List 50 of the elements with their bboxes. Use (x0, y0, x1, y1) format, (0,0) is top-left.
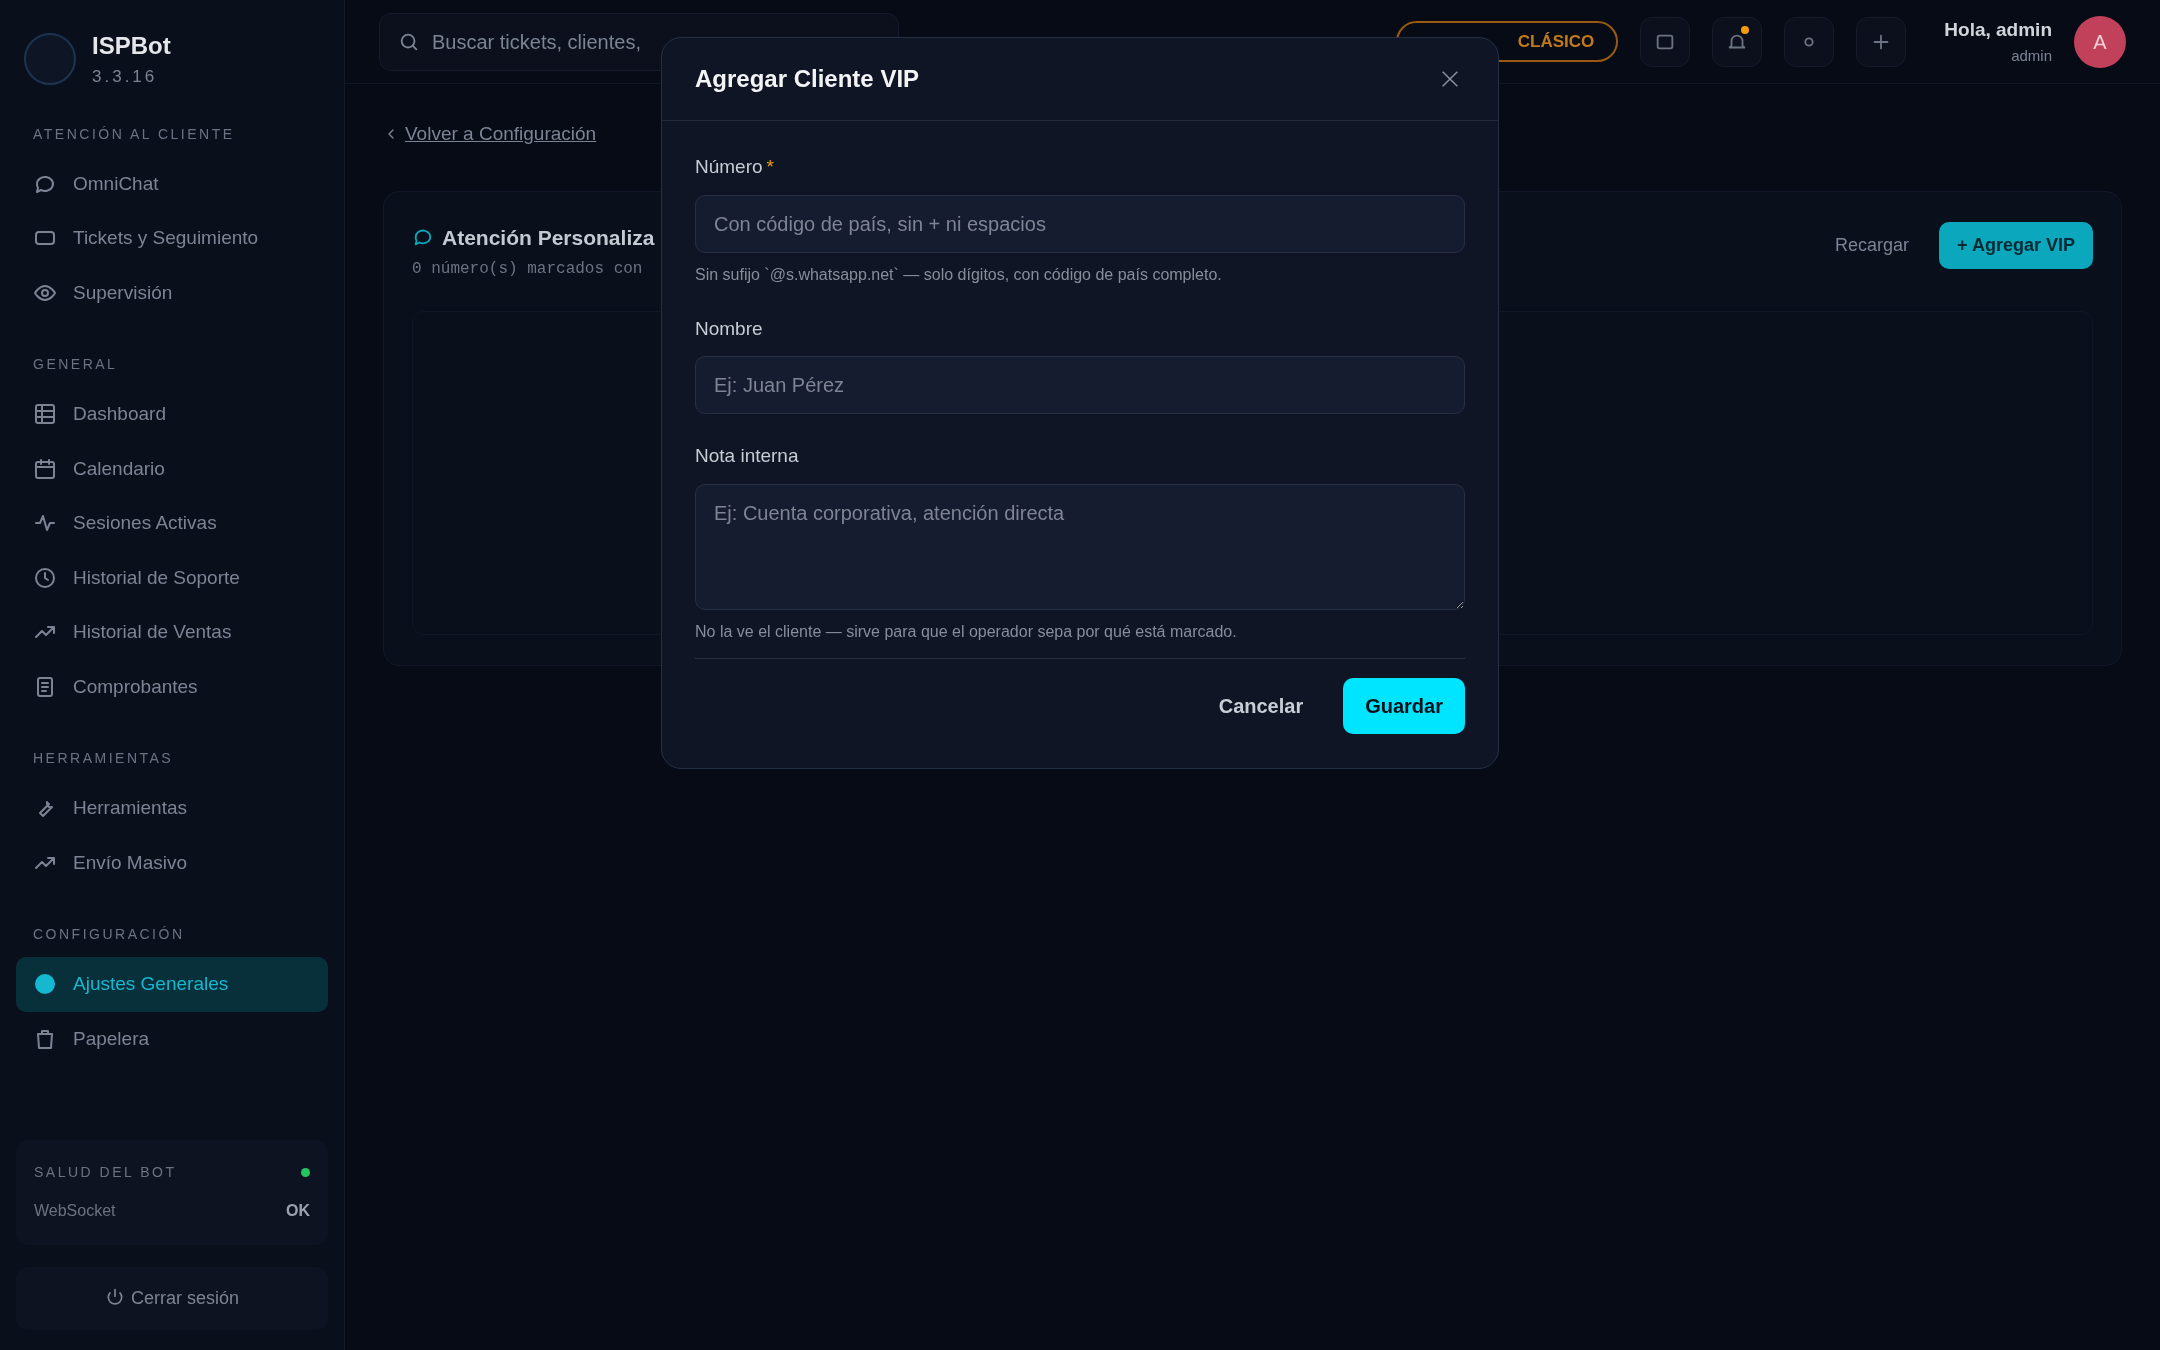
section-title: CONFIGURACIÓN (33, 925, 186, 944)
help-text: No la ve el cliente — sirve para que el operador sepa por qué está marcado. (695, 621, 1238, 642)
cancel-button[interactable]: Cancelar (1212, 677, 1310, 734)
note-field[interactable]: Ej: Cuenta corporativa, atención directa (695, 483, 1465, 610)
field-label: Nombre (695, 316, 763, 341)
sidebar-item[interactable]: Historial de Ventas (16, 605, 328, 660)
clock-icon (33, 565, 57, 590)
app-version: 3.3.16 (92, 66, 159, 88)
search-placeholder: Buscar tickets, clientes, (432, 29, 641, 55)
save-button[interactable]: Guardar (1343, 677, 1465, 734)
reload-button[interactable]: Recargar (1829, 230, 1916, 260)
help-text: Sin sufijo `@s.whatsapp.net` — solo dígitos, con código de país completo. (695, 264, 1223, 285)
close-icon (1439, 68, 1461, 90)
sidebar-item[interactable]: Dashboard (16, 387, 328, 442)
grid-icon (33, 402, 57, 427)
user-greeting: Hola, admin (1944, 18, 2052, 42)
section-title: GENERAL (33, 355, 119, 374)
sidebar-item[interactable]: Ajustes Generales (16, 957, 328, 1012)
sidebar-item[interactable]: Comprobantes (16, 659, 328, 714)
section-title: HERRAMIENTAS (33, 749, 175, 768)
sidebar-item[interactable]: Tickets y Seguimiento (16, 211, 328, 266)
sidebar-item[interactable]: Calendario (16, 441, 328, 496)
sidebar-item[interactable]: Sesiones Activas (16, 496, 328, 551)
sidebar-item[interactable]: Historial de Soporte (16, 550, 328, 605)
logout-button[interactable]: Cerrar sesión (16, 1267, 328, 1330)
card-subtitle: 0 número(s) marcados con (412, 259, 644, 280)
field-label: Nota interna (695, 444, 799, 468)
back-link[interactable]: Volver a Configuración (383, 120, 2160, 149)
input-field[interactable]: Ej: Juan Pérez (695, 356, 1465, 414)
sidebar-item[interactable]: Papelera (16, 1011, 328, 1066)
section-title: ATENCIÓN AL CLIENTE (33, 124, 236, 144)
toolbar-button[interactable] (1640, 16, 1691, 67)
app-name: ISPBot (92, 31, 171, 61)
field-label: Número * (695, 155, 774, 179)
health-value: OK (286, 1201, 310, 1221)
user-avatar[interactable]: A (2074, 15, 2126, 68)
notification-button[interactable] (1712, 16, 1763, 67)
user-role: admin (2010, 45, 2052, 66)
input-field[interactable]: Con código de país, sin + ni espacios (695, 194, 1465, 253)
health-title: SALUD DEL BOT (34, 1163, 177, 1182)
health-label: WebSocket (34, 1201, 116, 1221)
sidebar-item[interactable]: Herramientas (16, 781, 328, 836)
sidebar-item[interactable]: Supervisión (16, 265, 328, 320)
status-dot (301, 1168, 310, 1177)
power-icon (104, 1287, 125, 1307)
sidebar-item[interactable]: Envío Masivo (16, 835, 328, 890)
card-title: Atención Personaliza (442, 224, 655, 251)
add-vip-button[interactable]: + Agregar VIP (1939, 221, 2093, 269)
logo-icon (24, 32, 76, 85)
sidebar-item[interactable]: OmniChat (16, 156, 328, 211)
